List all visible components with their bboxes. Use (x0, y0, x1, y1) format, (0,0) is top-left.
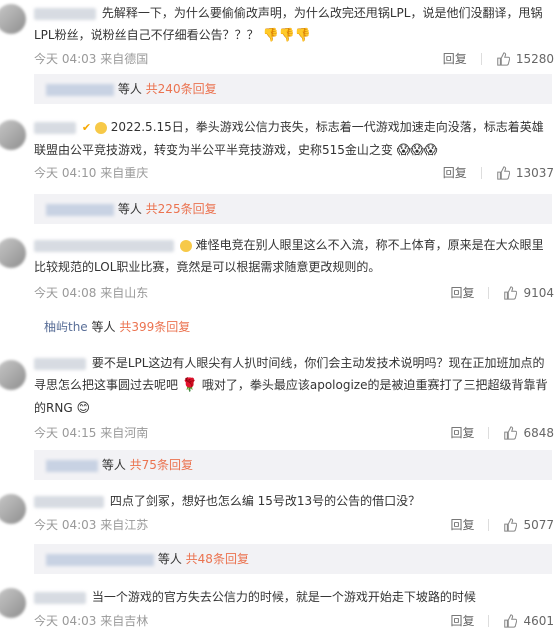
comment-meta: 今天 04:08 来自山东 (34, 286, 149, 300)
avatar[interactable] (0, 360, 26, 390)
thumbs-up-icon[interactable] (496, 165, 510, 180)
username[interactable] (34, 7, 96, 20)
comment-actions: 回复 13037 (443, 164, 554, 181)
username[interactable] (34, 591, 86, 604)
reply-summary[interactable]: 等人 共75条回复 (34, 450, 552, 480)
comment-meta: 今天 04:10 来自重庆 (34, 166, 149, 180)
reply-username[interactable] (46, 459, 98, 472)
reply-summary[interactable]: 等人 共48条回复 (34, 544, 552, 574)
reply-count-link[interactable]: 共240条回复 (146, 82, 217, 96)
reply-button[interactable]: 回复 (450, 516, 474, 533)
comment-actions: 回复 4601 (450, 612, 554, 629)
smile-emoji-icon: 😊 (76, 401, 91, 416)
comment-body: 要不是LPL这边有人眼尖有人扒时间线，你们会主动发技术说明吗？现在正加班加点的寻… (34, 352, 554, 420)
reply-button[interactable]: 回复 (450, 284, 474, 301)
like-count: 5077 (523, 517, 554, 532)
reply-username[interactable]: 柚屿the (44, 320, 88, 334)
avatar[interactable] (0, 120, 26, 150)
reply-count-link[interactable]: 共48条回复 (186, 552, 249, 566)
face-emoji-icon: 😱😱😱 (396, 142, 438, 158)
reply-count-link[interactable]: 共225条回复 (146, 202, 217, 216)
avatar[interactable] (0, 494, 26, 524)
comment-meta: 今天 04:03 来自德国 (34, 52, 149, 66)
divider (488, 426, 490, 439)
username[interactable] (34, 239, 174, 252)
like-count: 4601 (523, 613, 554, 628)
comment-body: ✔ 2022.5.15日，拳头游戏公信力丧失，标志着一代游戏加速走向没落，标志着… (34, 116, 554, 162)
comment-text: 当一个游戏的官方失去公信力的时候，就是一个游戏开始走下坡路的时候 (91, 590, 476, 604)
fan-badge-icon (179, 239, 192, 252)
reply-suffix: 等人 (117, 82, 142, 96)
divider (488, 286, 490, 299)
thumbs-up-icon[interactable] (503, 517, 518, 532)
comment-body: 先解释一下，为什么要偷偷改声明，为什么改完还甩锅LPL，说是他们没翻译，甩锅LP… (34, 2, 554, 47)
username[interactable] (34, 495, 104, 508)
thumbs-up-icon[interactable] (496, 51, 510, 66)
comment-meta: 今天 04:03 来自吉林 (34, 614, 149, 628)
divider (488, 518, 490, 531)
reply-username[interactable] (46, 83, 114, 96)
reply-username[interactable] (46, 553, 154, 566)
thumbs-down-emoji-icon: 👎👎👎 (262, 28, 311, 43)
comment-text: 四点了剑冢，想好也怎么编 15号改13号的公告的借口没？ (109, 494, 421, 508)
like-count: 13037 (515, 165, 554, 180)
comment-meta: 今天 04:03 来自江苏 (34, 518, 149, 532)
reply-button[interactable]: 回复 (450, 424, 474, 441)
rose-emoji-icon: 🌹 (181, 378, 199, 393)
reply-suffix: 等人 (157, 552, 182, 566)
divider (480, 166, 482, 179)
reply-suffix: 等人 (117, 202, 142, 216)
divider (480, 52, 482, 65)
comment-body: 四点了剑冢，想好也怎么编 15号改13号的公告的借口没？ (34, 490, 554, 512)
username[interactable] (34, 121, 76, 134)
reply-suffix: 等人 (91, 320, 116, 334)
reply-count-link[interactable]: 共75条回复 (130, 458, 193, 472)
avatar[interactable] (0, 588, 26, 618)
like-count: 15280 (515, 51, 554, 66)
reply-suffix: 等人 (101, 458, 126, 472)
like-count: 9104 (523, 285, 554, 300)
comment-body: 难怪电竞在别人眼里这么不入流，称不上体育，原来是在大众眼里比较规范的LOL职业比… (34, 234, 554, 278)
reply-button[interactable]: 回复 (443, 164, 467, 181)
comment-actions: 回复 5077 (450, 516, 554, 533)
reply-summary[interactable]: 等人 共225条回复 (34, 194, 552, 224)
comment-actions: 回复 6848 (450, 424, 554, 441)
thumbs-up-icon[interactable] (503, 285, 518, 300)
reply-button[interactable]: 回复 (443, 50, 467, 67)
avatar[interactable] (0, 4, 26, 34)
comment-actions: 回复 15280 (443, 50, 554, 67)
reply-button[interactable]: 回复 (450, 612, 474, 629)
avatar[interactable] (0, 238, 26, 268)
thumbs-up-icon[interactable] (503, 425, 518, 440)
username[interactable] (34, 357, 86, 370)
reply-count-link[interactable]: 共399条回复 (119, 320, 190, 334)
thumbs-up-icon[interactable] (503, 613, 518, 628)
fan-badge-icon (94, 121, 107, 134)
comment-actions: 回复 9104 (450, 284, 554, 301)
comment-text: 2022.5.15日，拳头游戏公信力丧失，标志着一代游戏加速走向没落，标志着英雄… (34, 120, 544, 157)
reply-username[interactable] (46, 203, 114, 216)
comment-body: 当一个游戏的官方失去公信力的时候，就是一个游戏开始走下坡路的时候 (34, 586, 554, 608)
divider (488, 614, 490, 627)
vip-badge-icon: ✔ (81, 120, 92, 134)
reply-summary[interactable]: 等人 共240条回复 (34, 74, 552, 104)
reply-summary[interactable]: 柚屿the 等人 共399条回复 (34, 312, 552, 342)
comment-meta: 今天 04:15 来自河南 (34, 426, 149, 440)
like-count: 6848 (523, 425, 554, 440)
